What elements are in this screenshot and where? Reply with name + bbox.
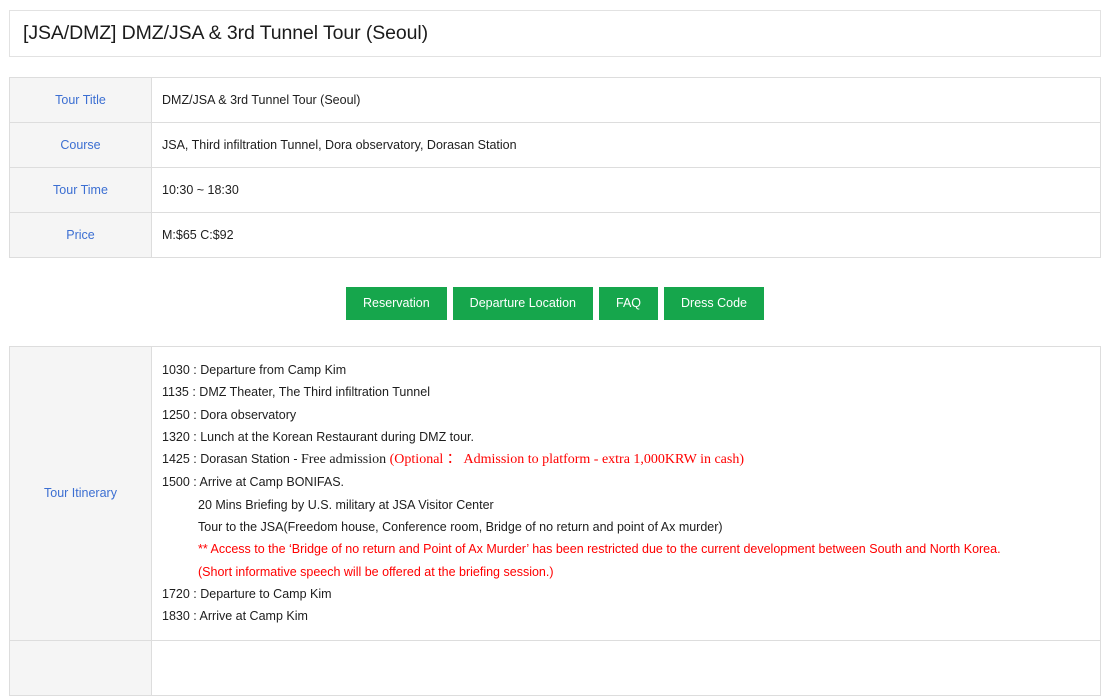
page-title-banner: [JSA/DMZ] DMZ/JSA & 3rd Tunnel Tour (Seo… [9,10,1101,57]
itinerary-dorasan-prefix: 1425 : Dorasan Station - [162,452,301,467]
list-item: 1250 : Dora observatory [162,407,297,422]
list-item: 1500 : Arrive at Camp BONIFAS. [162,475,345,490]
row-label-tour-title: Tour Title [9,77,152,123]
row-value-partial [151,639,1101,696]
table-row: Price M:$65 C:$92 [9,212,1101,258]
table-row: Tour Time 10:30 ~ 18:30 [9,167,1101,213]
row-label-tour-itinerary: Tour Itinerary [9,346,152,641]
list-item: 1720 : Departure to Camp Kim [162,586,332,601]
row-label-tour-time: Tour Time [9,167,152,213]
table-row: Tour Title DMZ/JSA & 3rd Tunnel Tour (Se… [9,77,1101,123]
table-row: Course JSA, Third infiltration Tunnel, D… [9,122,1101,168]
tour-detail-page: [JSA/DMZ] DMZ/JSA & 3rd Tunnel Tour (Seo… [0,10,1110,696]
row-value-tour-title: DMZ/JSA & 3rd Tunnel Tour (Seoul) [151,77,1101,123]
row-value-tour-time: 10:30 ~ 18:30 [151,167,1101,213]
tour-info-table-body: Tour Title DMZ/JSA & 3rd Tunnel Tour (Se… [9,77,1101,258]
list-item: 1030 : Departure from Camp Kim [162,363,347,377]
list-item: 1320 : Lunch at the Korean Restaurant du… [162,429,474,444]
list-item-alert: (Short informative speech will be offere… [198,564,554,579]
list-item: 1830 : Arrive at Camp Kim [162,609,308,624]
table-row-partial [9,639,1101,696]
tour-info-table: Tour Title DMZ/JSA & 3rd Tunnel Tour (Se… [9,77,1101,258]
itinerary-dorasan-free-admission: Free admission [300,452,387,468]
list-item: 20 Mins Briefing by U.S. military at JSA… [198,497,494,512]
row-value-tour-itinerary: 1030 : Departure from Camp Kim 1135 : DM… [151,346,1101,641]
row-label-course: Course [9,122,152,168]
row-value-price: M:$65 C:$92 [151,212,1101,258]
dress-code-button[interactable]: Dress Code [664,287,765,320]
list-item: 1425 : Dorasan Station - Free admission … [162,448,1090,471]
list-item: 1135 : DMZ Theater, The Third infiltrati… [162,385,430,400]
table-row: Tour Itinerary 1030 : Departure from Cam… [9,346,1101,641]
tour-itinerary-table: Tour Itinerary 1030 : Departure from Cam… [9,346,1101,696]
section-nav-buttons: Reservation Departure Location FAQ Dress… [0,287,1110,320]
page-title: [JSA/DMZ] DMZ/JSA & 3rd Tunnel Tour (Seo… [23,22,428,44]
list-item: Tour to the JSA(Freedom house, Conferenc… [198,520,723,535]
tour-itinerary-table-body: Tour Itinerary 1030 : Departure from Cam… [9,346,1101,696]
row-label-price: Price [9,212,152,258]
row-label-partial [9,639,152,696]
row-value-course: JSA, Third infiltration Tunnel, Dora obs… [151,122,1101,168]
reservation-button[interactable]: Reservation [345,287,447,320]
itinerary-dorasan-optional-text: (Optional ： Admission to platform - extr… [389,452,745,468]
faq-button[interactable]: FAQ [599,287,659,320]
list-item-alert: ** Access to the ‘Bridge of no return an… [198,542,1001,557]
departure-location-button[interactable]: Departure Location [452,287,593,320]
